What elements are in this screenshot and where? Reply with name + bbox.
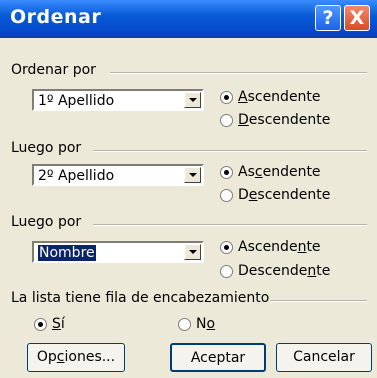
options-button[interactable]: Opciones... [27, 343, 125, 372]
sort1-select[interactable]: 1º Apellido [32, 89, 204, 111]
header-row-label: La lista tiene fila de encabezamiento [11, 290, 270, 306]
radio-label: Descendente [238, 263, 331, 279]
radio-label: No [196, 316, 216, 332]
chevron-down-icon[interactable] [184, 244, 201, 260]
radio-dot [220, 189, 233, 202]
radio-label: Ascendente [238, 239, 321, 255]
title-bar[interactable]: Ordenar ? X [0, 0, 377, 38]
close-button[interactable]: X [344, 5, 370, 31]
sort2-label: Luego por [11, 140, 82, 156]
sort1-value: 1º Apellido [38, 93, 115, 109]
radio-dot [34, 318, 47, 331]
radio-label: Descendente [238, 112, 331, 128]
help-icon: ? [322, 7, 334, 29]
radio-label: Ascendente [238, 164, 321, 180]
window-title: Ordenar [10, 6, 102, 28]
chevron-down-icon[interactable] [184, 167, 201, 183]
radio-label: Ascendente [238, 89, 321, 105]
help-button[interactable]: ? [315, 5, 341, 31]
sort1-label: Ordenar por [11, 62, 96, 78]
radio-dot [220, 166, 233, 179]
radio-dot [220, 91, 233, 104]
cancel-button[interactable]: Cancelar [276, 343, 372, 372]
radio-dot [220, 265, 233, 278]
sort3-divider [93, 224, 367, 226]
radio-label: Descendente [238, 187, 331, 203]
sort2-divider [93, 150, 367, 152]
accept-button[interactable]: Aceptar [170, 343, 266, 372]
sort1-divider [110, 72, 367, 74]
sort3-value: Nombre [38, 245, 96, 261]
chevron-down-icon[interactable] [184, 92, 201, 108]
sort3-label: Luego por [11, 214, 82, 230]
sort2-value: 2º Apellido [38, 168, 115, 184]
radio-dot [178, 318, 191, 331]
close-icon: X [349, 7, 365, 29]
header-row-divider [270, 300, 367, 302]
radio-label: Sí [52, 316, 65, 332]
sort3-select[interactable]: Nombre [32, 241, 204, 263]
radio-dot [220, 241, 233, 254]
sort-dialog: Ordenar ? X Ordenar por 1º Apellido Asce… [0, 0, 377, 378]
radio-dot [220, 114, 233, 127]
sort2-select[interactable]: 2º Apellido [32, 164, 204, 186]
